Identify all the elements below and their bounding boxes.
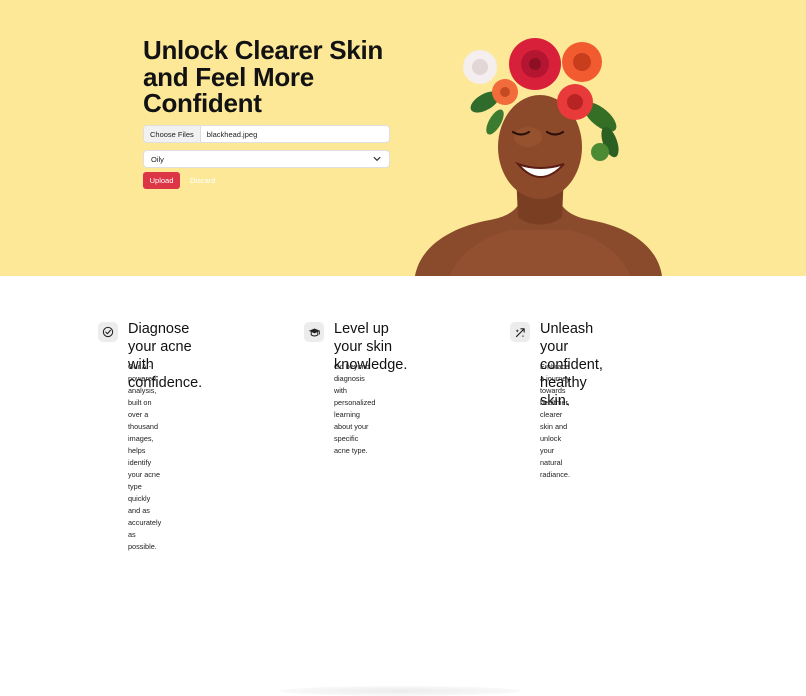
feature-description: Go beyond diagnosis with personalized le… [334, 362, 376, 455]
check-circle-icon [98, 322, 118, 342]
chevron-down-icon [372, 154, 382, 164]
graduation-cap-icon [304, 322, 324, 342]
skin-type-value: Oily [151, 154, 164, 164]
headline-line-1: Unlock Clearer Skin [143, 35, 383, 65]
features-section: Diagnose your acne with confidence. Our … [0, 276, 806, 696]
skin-type-select[interactable]: Oily [143, 150, 390, 168]
upload-button[interactable]: Upload [143, 172, 180, 189]
smiling-woman-flower-crown-image [415, 38, 662, 276]
headline-line-2: and Feel More [143, 61, 314, 92]
sparkle-arrow-icon [510, 322, 530, 342]
file-input[interactable]: Choose Files blackhead.jpeg [143, 125, 390, 143]
headline-line-3: Confident [143, 88, 262, 118]
discard-button[interactable]: Discard [186, 172, 219, 189]
section-divider-shadow [280, 686, 520, 696]
selected-file-name: blackhead.jpeg [206, 129, 258, 139]
feature-description: Embrace a journey towards healthier, cle… [540, 362, 571, 479]
hero-section: Unlock Clearer Skin and Feel More Confid… [0, 0, 806, 276]
feature-description: Our AI-powered analysis, built on over a… [128, 362, 162, 551]
hero-headline: Unlock Clearer Skin and Feel More Confid… [143, 37, 413, 117]
choose-files-button[interactable]: Choose Files [144, 126, 201, 142]
